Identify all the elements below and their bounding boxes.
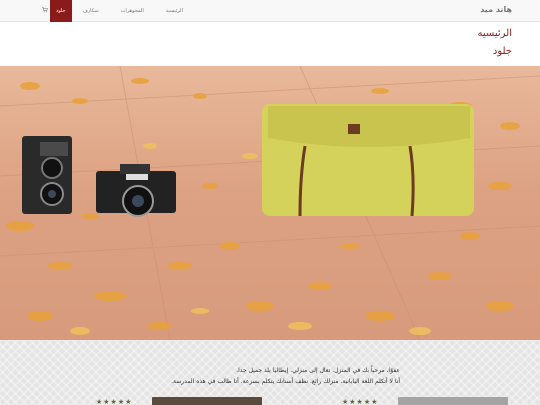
nav-menu: جلود سكارف المجوهرات الرئيسية xyxy=(34,0,194,22)
top-navbar: هاند ميد جلود سكارف المجوهرات الرئيسية xyxy=(0,0,540,22)
brand-logo-text[interactable]: هاند ميد xyxy=(480,5,512,14)
nav-item-scarves[interactable]: سكارف xyxy=(72,0,110,22)
avatar xyxy=(152,397,262,405)
bag-image xyxy=(262,104,474,217)
testimonial-line-1: عفوًا، مرحباً بك في المنزل. تعال إلى منز… xyxy=(236,367,400,374)
avatar xyxy=(398,397,508,405)
page-title: الرئيسيه xyxy=(477,28,512,39)
rating-stars-left: ★★★★★ xyxy=(96,398,133,405)
nav-item-home[interactable]: الرئيسية xyxy=(155,0,194,22)
testimonials-section: عفوًا، مرحباً بك في المنزل. تعال إلى منز… xyxy=(0,340,540,405)
rating-stars-right: ★★★★★ xyxy=(342,398,379,405)
camera-image xyxy=(22,136,72,214)
page-header: الرئيسيه جلود xyxy=(0,22,540,66)
testimonial-line-2: أنا لا أتكلم اللغة اليابانية. منزلك رائع… xyxy=(171,378,400,385)
hero-illustration xyxy=(0,66,540,340)
shopping-cart-icon[interactable] xyxy=(42,7,48,13)
nav-item-leather[interactable]: جلود xyxy=(50,0,72,22)
page-subtitle: جلود xyxy=(492,46,512,57)
nav-item-jewelry[interactable]: المجوهرات xyxy=(110,0,155,22)
hero-image xyxy=(0,66,540,340)
